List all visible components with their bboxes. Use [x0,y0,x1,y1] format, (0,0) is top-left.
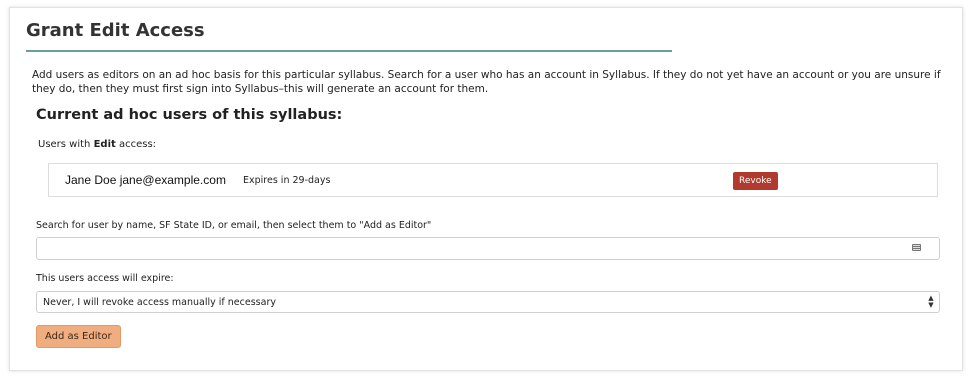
page-title: Grant Edit Access [26,20,205,41]
user-name-email: Jane Doe jane@example.com [65,173,226,187]
editor-user-row: Jane Doe jane@example.com Expires in 29-… [48,163,938,197]
user-expiry: Expires in 29-days [243,175,331,186]
users-label-prefix: Users with [38,139,94,150]
users-with-edit-label: Users with Edit access: [38,139,156,150]
expiration-selected-value: Never, I will revoke access manually if … [43,297,276,308]
user-search-label: Search for user by name, SF State ID, or… [36,220,432,231]
keyboard-icon [912,244,921,251]
users-label-access-type: Edit [93,139,116,150]
grant-edit-access-panel: Grant Edit Access Add users as editors o… [9,7,963,371]
users-label-suffix: access: [115,139,157,150]
user-search-field[interactable] [36,237,940,260]
add-as-editor-button[interactable]: Add as Editor [36,325,121,348]
select-arrows-icon: ▲ ▼ [928,294,934,309]
current-users-heading: Current ad hoc users of this syllabus: [36,107,343,123]
intro-text: Add users as editors on an ad hoc basis … [32,69,941,95]
user-search-input[interactable] [37,238,909,259]
expiration-label: This users access will expire: [36,273,174,284]
title-divider [26,50,672,52]
expiration-select[interactable]: Never, I will revoke access manually if … [36,291,940,313]
revoke-button[interactable]: Revoke [733,172,778,190]
